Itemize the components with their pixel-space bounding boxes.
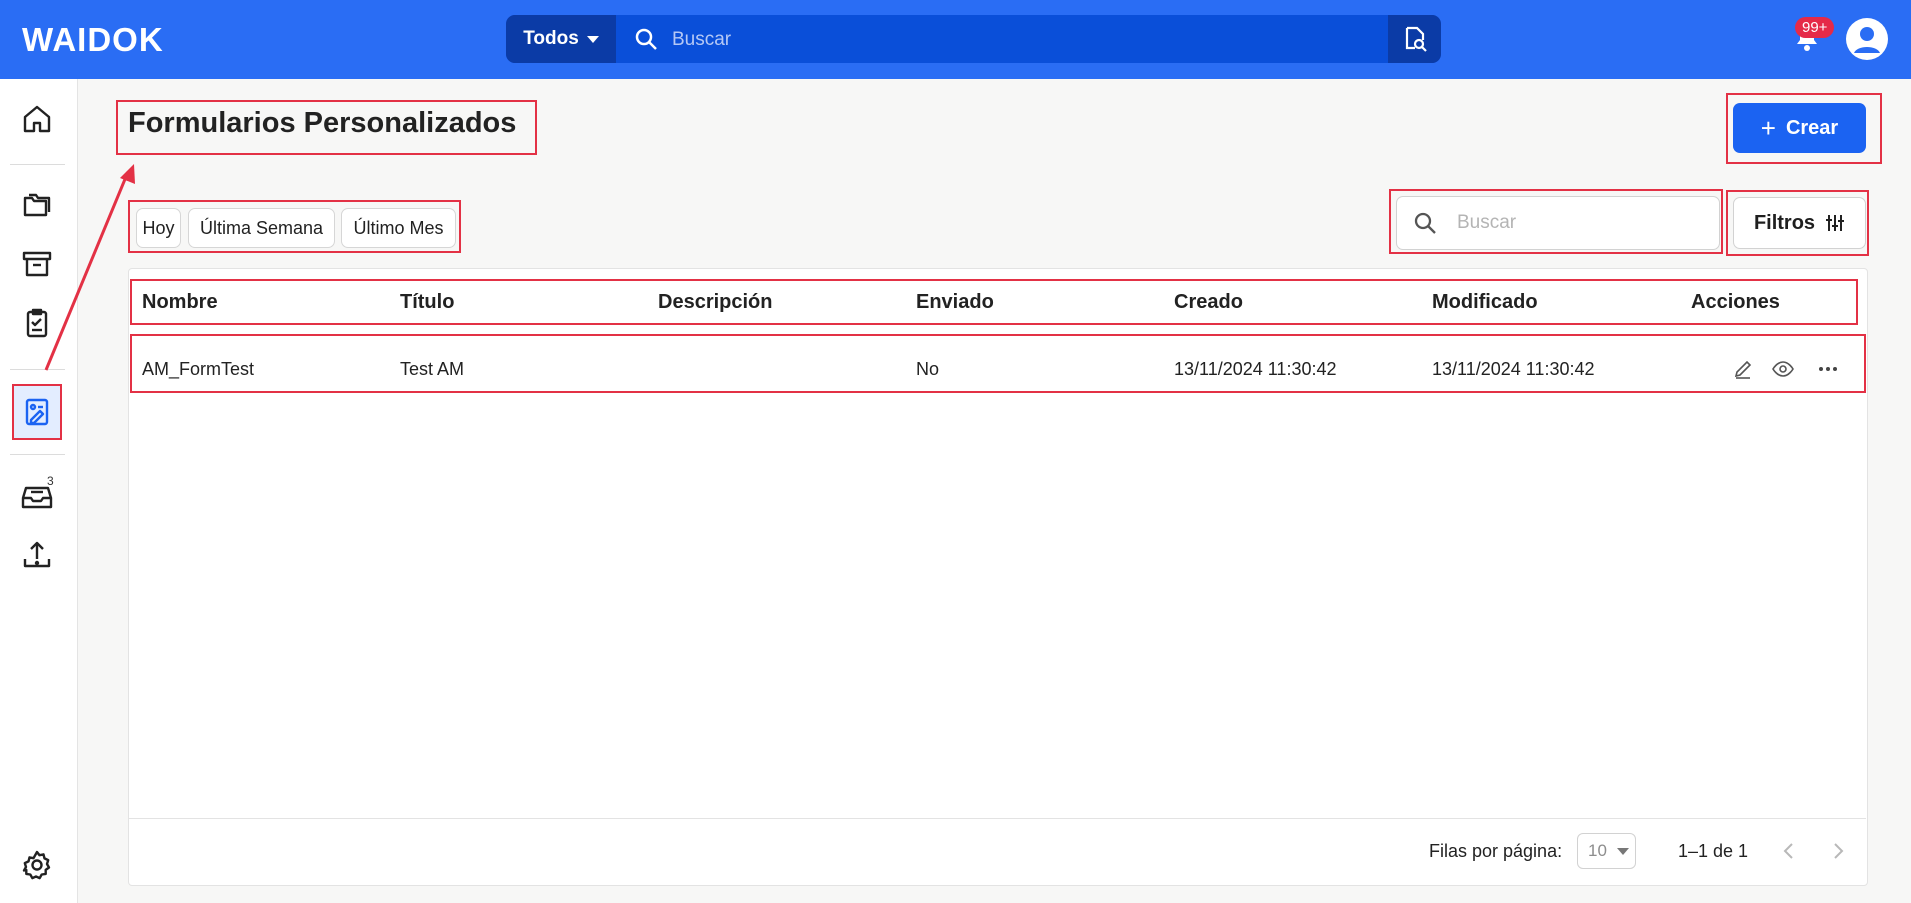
sidebar-item-upload[interactable]: [17, 535, 57, 575]
search-icon: [635, 28, 657, 50]
previous-page-button[interactable]: [1776, 838, 1802, 864]
notification-badge: 99+: [1795, 17, 1835, 38]
sidebar-divider: [10, 454, 65, 455]
annotation-arrow-icon: [44, 164, 135, 371]
pagination-range: 1–1 de 1: [1678, 841, 1749, 861]
global-search-input[interactable]: [670, 15, 1324, 63]
search-scope-dropdown[interactable]: Todos: [506, 15, 616, 63]
inbox-count-badge: 3: [47, 474, 54, 488]
row-highlight-box: [130, 334, 1866, 393]
filters-highlight-box: [1726, 190, 1869, 256]
global-search: Todos: [506, 15, 1441, 63]
rows-per-page-label: Filas por página:: [1429, 841, 1563, 861]
rows-per-page-value: 10: [1588, 841, 1607, 860]
sidebar-item-settings[interactable]: [17, 845, 57, 885]
search-highlight-box: [1389, 189, 1723, 254]
advanced-search-button[interactable]: [1388, 15, 1441, 63]
caret-down-icon: [1616, 847, 1629, 855]
header-highlight-box: [130, 279, 1858, 325]
home-icon: [23, 105, 51, 133]
sidebar-item-home[interactable]: [17, 99, 57, 139]
app-logo[interactable]: WAIDOK: [22, 21, 164, 59]
chevron-right-icon: [1834, 843, 1844, 859]
upload-icon: [23, 541, 51, 568]
gear-icon: [22, 850, 51, 880]
form-edit-icon: [25, 398, 49, 426]
caret-down-icon: [586, 35, 599, 43]
chevron-left-icon: [1783, 843, 1793, 859]
user-avatar-icon[interactable]: [1845, 17, 1889, 61]
chips-highlight-box: [128, 200, 461, 253]
table-footer-divider: [128, 818, 1866, 819]
sidebar-item-custom-forms-icon-wrap[interactable]: [17, 392, 57, 432]
title-highlight-box: [116, 100, 537, 155]
rows-per-page-select[interactable]: 10: [1577, 833, 1636, 869]
document-search-icon: [1405, 26, 1427, 52]
create-highlight-box: [1726, 93, 1882, 164]
search-scope-label: Todos: [523, 28, 579, 49]
next-page-button[interactable]: [1825, 838, 1851, 864]
